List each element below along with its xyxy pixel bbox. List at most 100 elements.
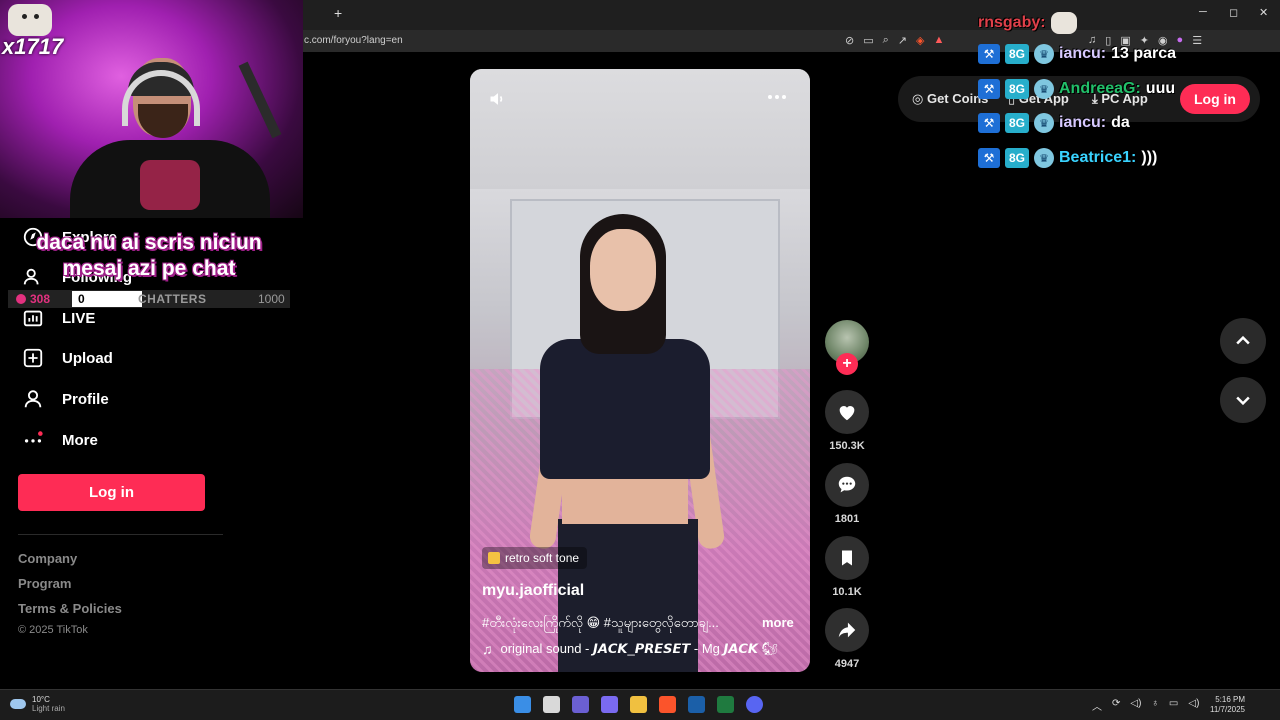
menu-icon[interactable]: ☰: [1192, 34, 1202, 47]
minimize-button[interactable]: ─: [1199, 6, 1207, 18]
cloud-rain-icon: [10, 699, 26, 709]
microphone-arm: [238, 61, 282, 139]
chevron-up-icon: [1236, 335, 1250, 345]
clock-date: 11/7/2025: [1210, 705, 1245, 714]
sidebar-item-profile[interactable]: Profile: [22, 388, 109, 410]
chevron-down-icon: [1236, 396, 1250, 406]
volume-tray-icon[interactable]: ◁): [1188, 698, 1199, 713]
chat-username: iancu:: [1059, 114, 1107, 131]
moderator-badge-icon: ⚒: [978, 79, 1000, 99]
sync-icon[interactable]: ⟳: [1112, 698, 1120, 713]
overlay-line-2: mesaj azi pe chat: [62, 257, 236, 280]
chatters-progress: 0: [72, 291, 142, 307]
tray-overflow-icon[interactable]: ︿: [1092, 698, 1102, 713]
file-explorer-icon[interactable]: [630, 696, 647, 713]
video-author[interactable]: myu.jaofficial: [482, 582, 584, 600]
chatters-value: 0: [78, 292, 85, 306]
footer-link-program[interactable]: Program: [18, 576, 71, 591]
new-tab-button[interactable]: +: [334, 5, 342, 21]
cat-emote-icon: [1050, 12, 1077, 34]
footer-link-company[interactable]: Company: [18, 551, 77, 566]
video-face: [590, 229, 656, 311]
sidebar-login-button[interactable]: Log in: [18, 474, 205, 511]
sidebar-item-label: Upload: [62, 349, 113, 367]
copilot-app-icon[interactable]: [601, 696, 618, 713]
get-coins-button[interactable]: ◎ Get Coins: [912, 91, 988, 107]
copilot-icon[interactable]: [572, 696, 589, 713]
more-dots-icon: [24, 431, 43, 443]
effect-tag[interactable]: retro soft tone: [482, 547, 588, 569]
next-video-button[interactable]: [1220, 377, 1266, 423]
like-count: 150.3K: [829, 440, 865, 452]
excel-icon[interactable]: [717, 696, 734, 713]
overlay-line-1: daca nu ai scris niciun: [36, 231, 262, 254]
video-top: [540, 339, 710, 479]
more-options-icon[interactable]: [768, 95, 786, 99]
chat-text: uuu: [1145, 80, 1176, 97]
no-track-icon[interactable]: ⊘: [845, 34, 854, 47]
chatters-meter: 308 0 CHATTERS 1000: [8, 290, 290, 308]
crown-badge-icon: ♛: [1034, 79, 1054, 99]
footer-link-terms[interactable]: Terms & Policies: [18, 601, 122, 616]
chat-bubble-icon: [16, 294, 26, 304]
install-app-icon[interactable]: ▭: [863, 34, 873, 47]
follow-plus-icon[interactable]: +: [836, 353, 858, 375]
system-clock[interactable]: 5:16 PM 11/7/2025: [1210, 695, 1245, 715]
windows-start-icon[interactable]: [514, 696, 531, 713]
like-button[interactable]: [825, 390, 869, 434]
windows-taskbar: 10°C Light rain ︿ ⟳ ◁) ♁ ▭ ◁) 5:16 PM 11…: [0, 689, 1280, 720]
brave-browser-icon[interactable]: [659, 696, 676, 713]
chat-message: ⚒ 8G ♛ Beatrice1: ))): [978, 148, 1157, 168]
weather-temp: 10°C: [32, 695, 50, 704]
save-count: 10.1K: [832, 586, 862, 598]
share-icon[interactable]: ↗: [898, 34, 907, 47]
sidebar-item-label: LIVE: [62, 309, 96, 327]
upload-icon: [23, 348, 43, 368]
effect-icon: [488, 552, 500, 564]
previous-video-button[interactable]: [1220, 318, 1266, 364]
weather-widget[interactable]: 10°C Light rain: [10, 695, 65, 713]
header-login-button[interactable]: Log in: [1180, 84, 1250, 114]
close-window-button[interactable]: ✕: [1259, 6, 1268, 19]
clock-time: 5:16 PM: [1215, 695, 1245, 704]
comment-button[interactable]: [825, 463, 869, 507]
leo-icon[interactable]: ●: [1177, 34, 1184, 47]
chat-text: da: [1111, 114, 1130, 131]
cat-emote-icon: [8, 4, 52, 36]
network-icon[interactable]: ▭: [1169, 698, 1178, 713]
crown-badge-icon: ♛: [1034, 113, 1054, 133]
mic-icon[interactable]: ♁: [1151, 698, 1159, 713]
discord-icon[interactable]: [746, 696, 763, 713]
stream-overlay-text: daca nu ai scris niciun mesaj azi pe cha…: [4, 230, 294, 282]
caption-more-button[interactable]: more: [762, 615, 794, 630]
moderator-badge-icon: ⚒: [978, 44, 1000, 64]
system-tray: ︿ ⟳ ◁) ♁ ▭ ◁): [1092, 698, 1199, 713]
volume-icon[interactable]: [488, 89, 508, 114]
cam-counter: x1717: [2, 34, 64, 59]
audio-icon[interactable]: ◁): [1130, 698, 1141, 713]
video-sound[interactable]: ♫ original sound - 𝙅𝘼𝘾𝙆_𝙋𝙍𝙀𝙎𝙀𝙏 - Mg 𝙅𝘼𝘾𝙆…: [482, 641, 778, 657]
zoom-icon[interactable]: ⌕: [883, 34, 889, 47]
sub-badge-icon: 8G: [1005, 148, 1029, 168]
url-text[interactable]: c.com/foryou?lang=en: [304, 35, 403, 46]
chatters-max: 1000: [258, 292, 285, 306]
bookmark-button[interactable]: [825, 536, 869, 580]
sidebar-item-upload[interactable]: Upload: [22, 347, 113, 369]
sidebar-item-live[interactable]: LIVE: [22, 307, 95, 329]
brave-rewards-icon[interactable]: ▲: [933, 34, 944, 47]
weather-desc: Light rain: [32, 704, 65, 713]
live-icon: [23, 310, 43, 327]
brave-shield-icon[interactable]: ◈: [916, 34, 924, 47]
share-button[interactable]: [825, 608, 869, 652]
moderator-badge-icon: ⚒: [978, 148, 1000, 168]
comment-icon: [838, 476, 856, 493]
sidebar-item-more[interactable]: More: [22, 429, 98, 451]
task-view-icon[interactable]: [543, 696, 560, 713]
maximize-button[interactable]: ◻: [1229, 6, 1238, 19]
chatters-label: CHATTERS: [138, 292, 207, 306]
bookmark-icon: [842, 550, 852, 566]
video-player[interactable]: retro soft tone myu.jaofficial #တီးလုံးလ…: [470, 69, 810, 672]
crown-badge-icon: ♛: [1034, 44, 1054, 64]
steam-icon[interactable]: [688, 696, 705, 713]
sidebar-item-label: More: [62, 431, 98, 449]
